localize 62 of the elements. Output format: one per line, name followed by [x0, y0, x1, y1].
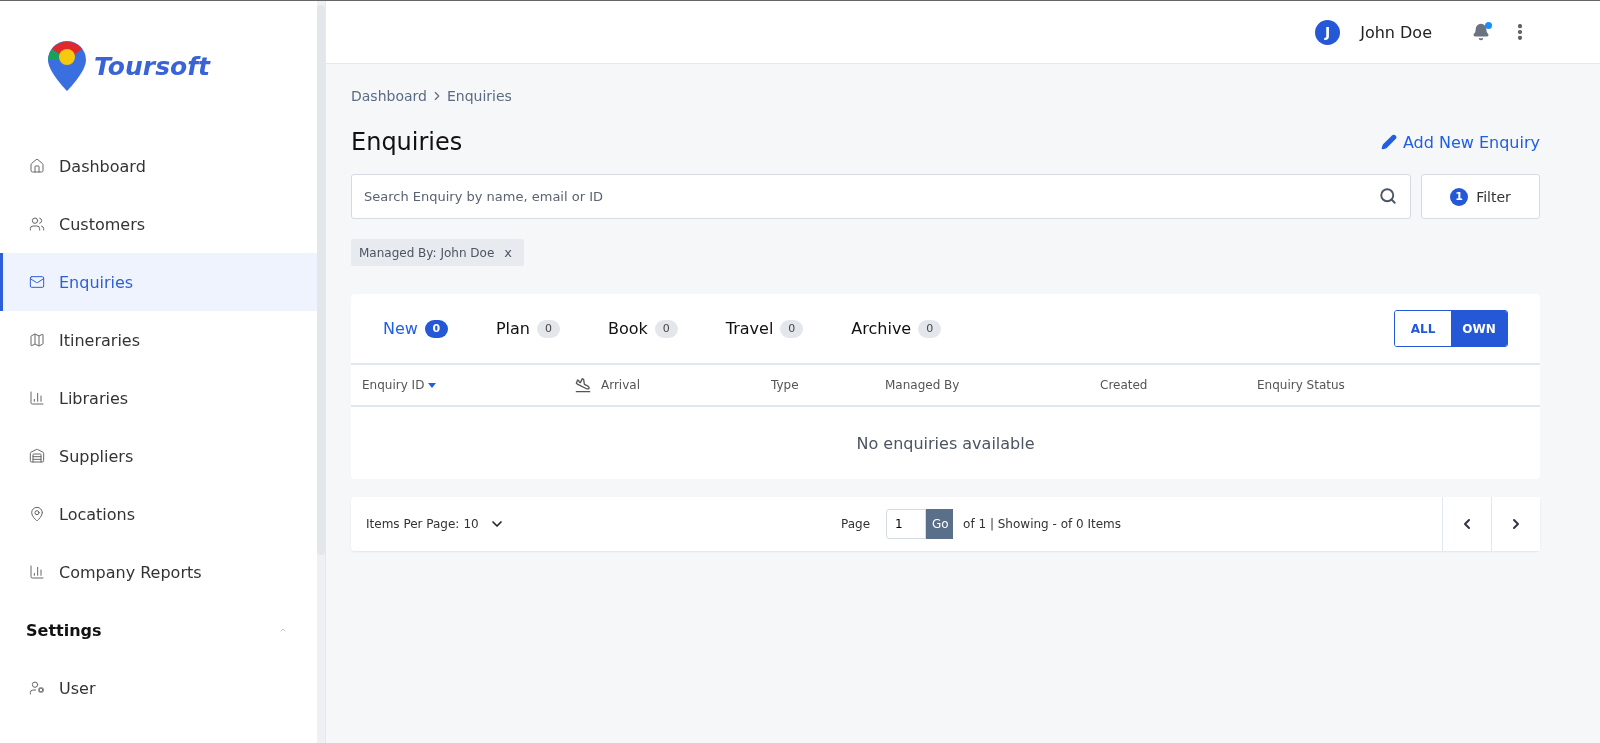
- breadcrumb-link[interactable]: Dashboard: [351, 88, 427, 104]
- sidebar-item[interactable]: Suppliers: [0, 427, 317, 485]
- items-per-page-select[interactable]: 10: [463, 517, 479, 531]
- home-icon: [29, 158, 45, 174]
- count-badge: 0: [918, 319, 942, 338]
- status-tab[interactable]: Book 0: [607, 319, 678, 338]
- sidebar-item[interactable]: Company Reports: [0, 543, 317, 601]
- filter-count-badge: 1: [1450, 187, 1469, 206]
- people-icon: [29, 216, 45, 232]
- breadcrumb-link[interactable]: Enquiries: [446, 88, 512, 104]
- column-header[interactable]: Type: [771, 378, 885, 392]
- add-enquiry-link[interactable]: Add New Enquiry: [1380, 132, 1540, 152]
- map-icon: [29, 332, 45, 348]
- sidebar-item[interactable]: Itineraries: [0, 311, 317, 369]
- status-tab[interactable]: Travel 0: [725, 319, 804, 338]
- count-badge: 0: [424, 319, 448, 338]
- column-header[interactable]: Managed By: [885, 378, 1100, 392]
- column-header[interactable]: Enquiry ID: [362, 378, 575, 392]
- remove-chip-button[interactable]: x: [504, 245, 512, 260]
- status-tab[interactable]: New 0: [383, 319, 448, 338]
- page-title: Enquiries: [351, 128, 463, 156]
- notification-bell-icon[interactable]: [1472, 23, 1490, 41]
- filter-button[interactable]: 1 Filter: [1421, 174, 1540, 219]
- search-field[interactable]: Search Enquiry by name, email or ID: [351, 174, 1411, 219]
- search-icon[interactable]: [1379, 187, 1397, 205]
- map-pin-icon: [29, 506, 45, 522]
- scrollbar-thumb[interactable]: [317, 5, 325, 555]
- sidebar-item[interactable]: Libraries: [0, 369, 317, 427]
- user-avatar[interactable]: J: [1315, 19, 1341, 45]
- warehouse-icon: [29, 448, 45, 464]
- section-heading: Settings: [26, 620, 102, 640]
- mail-icon: [29, 274, 45, 290]
- sidebar-item[interactable]: Customers: [0, 195, 317, 253]
- status-tab[interactable]: Archive 0: [851, 319, 942, 338]
- go-button[interactable]: Go: [926, 509, 954, 539]
- chart-icon: [29, 390, 45, 406]
- scope-toggle-button[interactable]: OWN: [1451, 311, 1507, 346]
- items-per-page-label: Items Per Page:: [366, 517, 460, 531]
- empty-message: No enquiries available: [855, 432, 1036, 455]
- page-label: Page: [841, 517, 871, 531]
- chart-icon: [29, 564, 45, 580]
- plane-landing-icon: [575, 377, 591, 393]
- column-header[interactable]: Arrival: [575, 377, 771, 393]
- user-gear-icon: [29, 680, 45, 696]
- sidebar-item[interactable]: Enquiries: [0, 253, 317, 311]
- logo-text: Toursoft: [94, 51, 210, 81]
- logo-pin-icon: [46, 39, 88, 93]
- page-input[interactable]: 1: [886, 509, 927, 539]
- page-summary: of 1 | Showing - of 0 Items: [963, 517, 1122, 531]
- column-header[interactable]: Enquiry Status: [1257, 378, 1540, 392]
- pen-icon: [1380, 134, 1397, 150]
- user-name[interactable]: John Doe: [1360, 22, 1432, 42]
- count-badge: 0: [654, 319, 678, 338]
- count-badge: 0: [536, 319, 560, 338]
- sidebar-item[interactable]: Locations: [0, 485, 317, 543]
- status-tab[interactable]: Plan 0: [495, 319, 560, 338]
- count-badge: 0: [780, 319, 804, 338]
- sidebar-item[interactable]: User: [0, 659, 317, 717]
- sidebar-item[interactable]: Dashboard: [0, 137, 317, 195]
- sort-caret-icon: [428, 382, 437, 388]
- chip-label: Managed By: John Doe: [359, 245, 495, 260]
- column-header[interactable]: Created: [1100, 378, 1257, 392]
